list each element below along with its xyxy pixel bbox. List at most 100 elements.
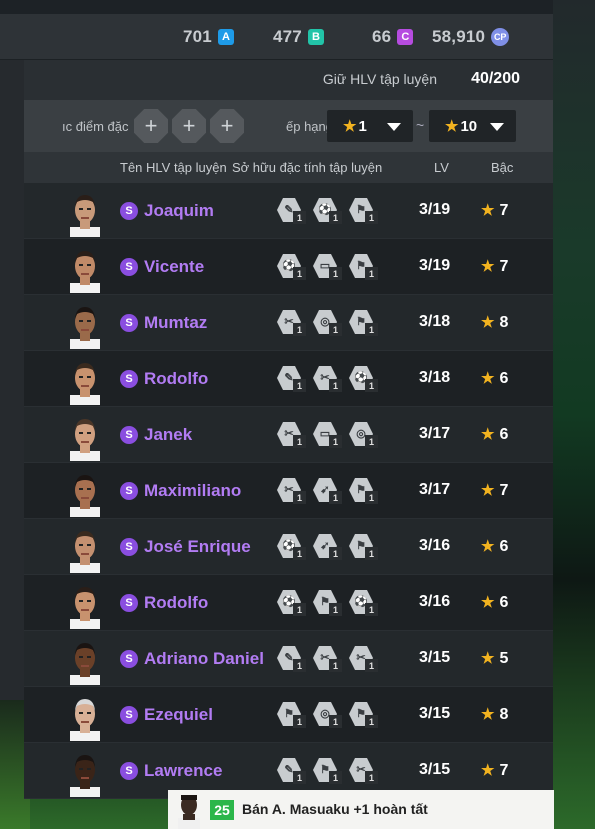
coach-rank: ★ 5 bbox=[481, 649, 508, 668]
training-trait-icon[interactable]: ◎ 1 bbox=[313, 310, 343, 338]
training-trait-icon[interactable]: ✂ 1 bbox=[349, 758, 379, 786]
table-header: Tên HLV tập luyện Sở hữu đặc tính tập lu… bbox=[24, 152, 553, 183]
trait-level: 1 bbox=[293, 659, 306, 672]
training-trait-icon[interactable]: ✂ 1 bbox=[349, 646, 379, 674]
coach-row[interactable]: S Maximiliano ✂ 1 ➹ 1 ⚑ 1 3/17 ★ 7 bbox=[24, 463, 553, 519]
special-grade-icon: S bbox=[120, 538, 138, 556]
training-trait-icon[interactable]: ✎ 1 bbox=[277, 366, 307, 394]
add-trait-button-3[interactable]: + bbox=[210, 109, 244, 143]
column-traits-header[interactable]: Sở hữu đặc tính tập luyện bbox=[232, 160, 382, 175]
currency-b-value: 477 bbox=[273, 26, 302, 46]
coach-avatar bbox=[70, 531, 100, 573]
coach-name: Janek bbox=[144, 425, 193, 444]
column-lv-header[interactable]: LV bbox=[434, 160, 449, 175]
special-grade-icon: S bbox=[120, 202, 138, 220]
special-grade-icon: S bbox=[120, 650, 138, 668]
training-trait-icon[interactable]: ⚑ 1 bbox=[349, 310, 379, 338]
trait-level: 1 bbox=[365, 659, 378, 672]
coach-name: Mumtaz bbox=[144, 313, 208, 332]
add-trait-button-2[interactable]: + bbox=[172, 109, 206, 143]
left-strip bbox=[0, 60, 24, 700]
coach-list: S Joaquim ✎ 1 ⚽ 1 ⚑ 1 3/19 ★ 7 S Vicente ⚽ 1 ▭ 1 ⚑ 1 3/19 ★ 7… bbox=[24, 183, 553, 799]
coach-name: Rodolfo bbox=[144, 369, 209, 388]
star-icon: ★ bbox=[481, 538, 495, 555]
training-trait-icon[interactable]: ⚽ 1 bbox=[277, 254, 307, 282]
training-trait-icon[interactable]: ⚑ 1 bbox=[349, 254, 379, 282]
training-trait-icon[interactable]: ✎ 1 bbox=[277, 198, 307, 226]
training-trait-icon[interactable]: ➹ 1 bbox=[313, 534, 343, 562]
training-trait-icon[interactable]: ✂ 1 bbox=[277, 310, 307, 338]
coach-row[interactable]: S Vicente ⚽ 1 ▭ 1 ⚑ 1 3/19 ★ 7 bbox=[24, 239, 553, 295]
training-trait-icon[interactable]: ➹ 1 bbox=[313, 478, 343, 506]
coach-rank: ★ 8 bbox=[481, 705, 508, 724]
rank-max-dropdown[interactable]: ★ 10 bbox=[429, 110, 516, 142]
coach-row[interactable]: S Rodolfo ✎ 1 ✂ 1 ⚽ 1 3/18 ★ 6 bbox=[24, 351, 553, 407]
training-trait-icon[interactable]: ⚑ 1 bbox=[277, 702, 307, 730]
training-trait-icon[interactable]: ⚽ 1 bbox=[349, 366, 379, 394]
training-trait-icon[interactable]: ✂ 1 bbox=[277, 422, 307, 450]
trait-level: 1 bbox=[329, 491, 342, 504]
coach-rank-value: 8 bbox=[499, 706, 509, 723]
holder-count: 40/200 bbox=[471, 70, 520, 87]
training-trait-icon[interactable]: ⚑ 1 bbox=[349, 702, 379, 730]
coach-row[interactable]: S Janek ✂ 1 ▭ 1 ◎ 1 3/17 ★ 6 bbox=[24, 407, 553, 463]
training-trait-icon[interactable]: ⚑ 1 bbox=[313, 758, 343, 786]
coach-rank: ★ 7 bbox=[481, 481, 508, 500]
training-trait-icon[interactable]: ⚽ 1 bbox=[277, 534, 307, 562]
star-icon: ★ bbox=[445, 118, 459, 135]
coach-row[interactable]: S Adriano Daniel ✎ 1 ✂ 1 ✂ 1 3/15 ★ 5 bbox=[24, 631, 553, 687]
trait-level: 1 bbox=[365, 603, 378, 616]
trait-level: 1 bbox=[365, 771, 378, 784]
coach-row[interactable]: S Ezequiel ⚑ 1 ◎ 1 ⚑ 1 3/15 ★ 8 bbox=[24, 687, 553, 743]
training-trait-icon[interactable]: ⚑ 1 bbox=[349, 534, 379, 562]
currency-cp-value: 58,910 bbox=[432, 26, 486, 46]
training-trait-icon[interactable]: ⚑ 1 bbox=[349, 478, 379, 506]
chevron-down-icon bbox=[387, 123, 401, 131]
chevron-down-icon bbox=[490, 123, 504, 131]
training-trait-icon[interactable]: ✂ 1 bbox=[277, 478, 307, 506]
coach-avatar bbox=[70, 755, 100, 797]
training-trait-icon[interactable]: ✂ 1 bbox=[313, 646, 343, 674]
trait-level: 1 bbox=[293, 267, 306, 280]
currency-bar: 701 A 477 B 66 C 58,910 CP bbox=[0, 14, 553, 59]
training-trait-icon[interactable]: ◎ 1 bbox=[349, 422, 379, 450]
coach-level: 3/15 bbox=[419, 761, 451, 778]
training-trait-icon[interactable]: ⚽ 1 bbox=[349, 590, 379, 618]
trait-level: 1 bbox=[365, 491, 378, 504]
currency-c-value: 66 bbox=[372, 26, 392, 46]
star-icon: ★ bbox=[481, 482, 495, 499]
trait-level: 1 bbox=[365, 379, 378, 392]
training-trait-icon[interactable]: ✂ 1 bbox=[313, 366, 343, 394]
training-trait-icon[interactable]: ✎ 1 bbox=[277, 758, 307, 786]
training-trait-icon[interactable]: ⚑ 1 bbox=[349, 198, 379, 226]
training-trait-icon[interactable]: ⚽ 1 bbox=[277, 590, 307, 618]
column-name-header[interactable]: Tên HLV tập luyện bbox=[120, 160, 227, 175]
special-grade-icon: S bbox=[120, 706, 138, 724]
column-rank-header[interactable]: Bậc bbox=[491, 160, 513, 175]
training-trait-icon[interactable]: ⚽ 1 bbox=[313, 198, 343, 226]
training-trait-icon[interactable]: ◎ 1 bbox=[313, 702, 343, 730]
currency-c-icon: C bbox=[397, 28, 414, 45]
coach-row[interactable]: S Mumtaz ✂ 1 ◎ 1 ⚑ 1 3/18 ★ 8 bbox=[24, 295, 553, 351]
training-trait-icon[interactable]: ▭ 1 bbox=[313, 254, 343, 282]
coach-rank-value: 8 bbox=[499, 314, 509, 331]
filter-row: ıc điểm đặc + + + ếp hạng ★ 1 ~ ★ 10 bbox=[24, 100, 553, 152]
coach-row[interactable]: S Joaquim ✎ 1 ⚽ 1 ⚑ 1 3/19 ★ 7 bbox=[24, 183, 553, 239]
coach-row[interactable]: S Rodolfo ⚽ 1 ⚑ 1 ⚽ 1 3/16 ★ 6 bbox=[24, 575, 553, 631]
training-trait-icon[interactable]: ⚑ 1 bbox=[313, 590, 343, 618]
trait-level: 1 bbox=[293, 435, 306, 448]
rank-min-dropdown[interactable]: ★ 1 bbox=[327, 110, 413, 142]
trait-level: 1 bbox=[365, 323, 378, 336]
add-trait-button-1[interactable]: + bbox=[134, 109, 168, 143]
coach-row[interactable]: S José Enrique ⚽ 1 ➹ 1 ⚑ 1 3/16 ★ 6 bbox=[24, 519, 553, 575]
trait-level: 1 bbox=[329, 547, 342, 560]
coach-name: José Enrique bbox=[144, 537, 251, 556]
coach-rank: ★ 7 bbox=[481, 257, 508, 276]
trait-level: 1 bbox=[329, 659, 342, 672]
training-trait-icon[interactable]: ✎ 1 bbox=[277, 646, 307, 674]
star-icon: ★ bbox=[481, 202, 495, 219]
coach-avatar bbox=[70, 643, 100, 685]
training-trait-icon[interactable]: ▭ 1 bbox=[313, 422, 343, 450]
star-icon: ★ bbox=[343, 118, 357, 135]
coach-rank: ★ 7 bbox=[481, 201, 508, 220]
